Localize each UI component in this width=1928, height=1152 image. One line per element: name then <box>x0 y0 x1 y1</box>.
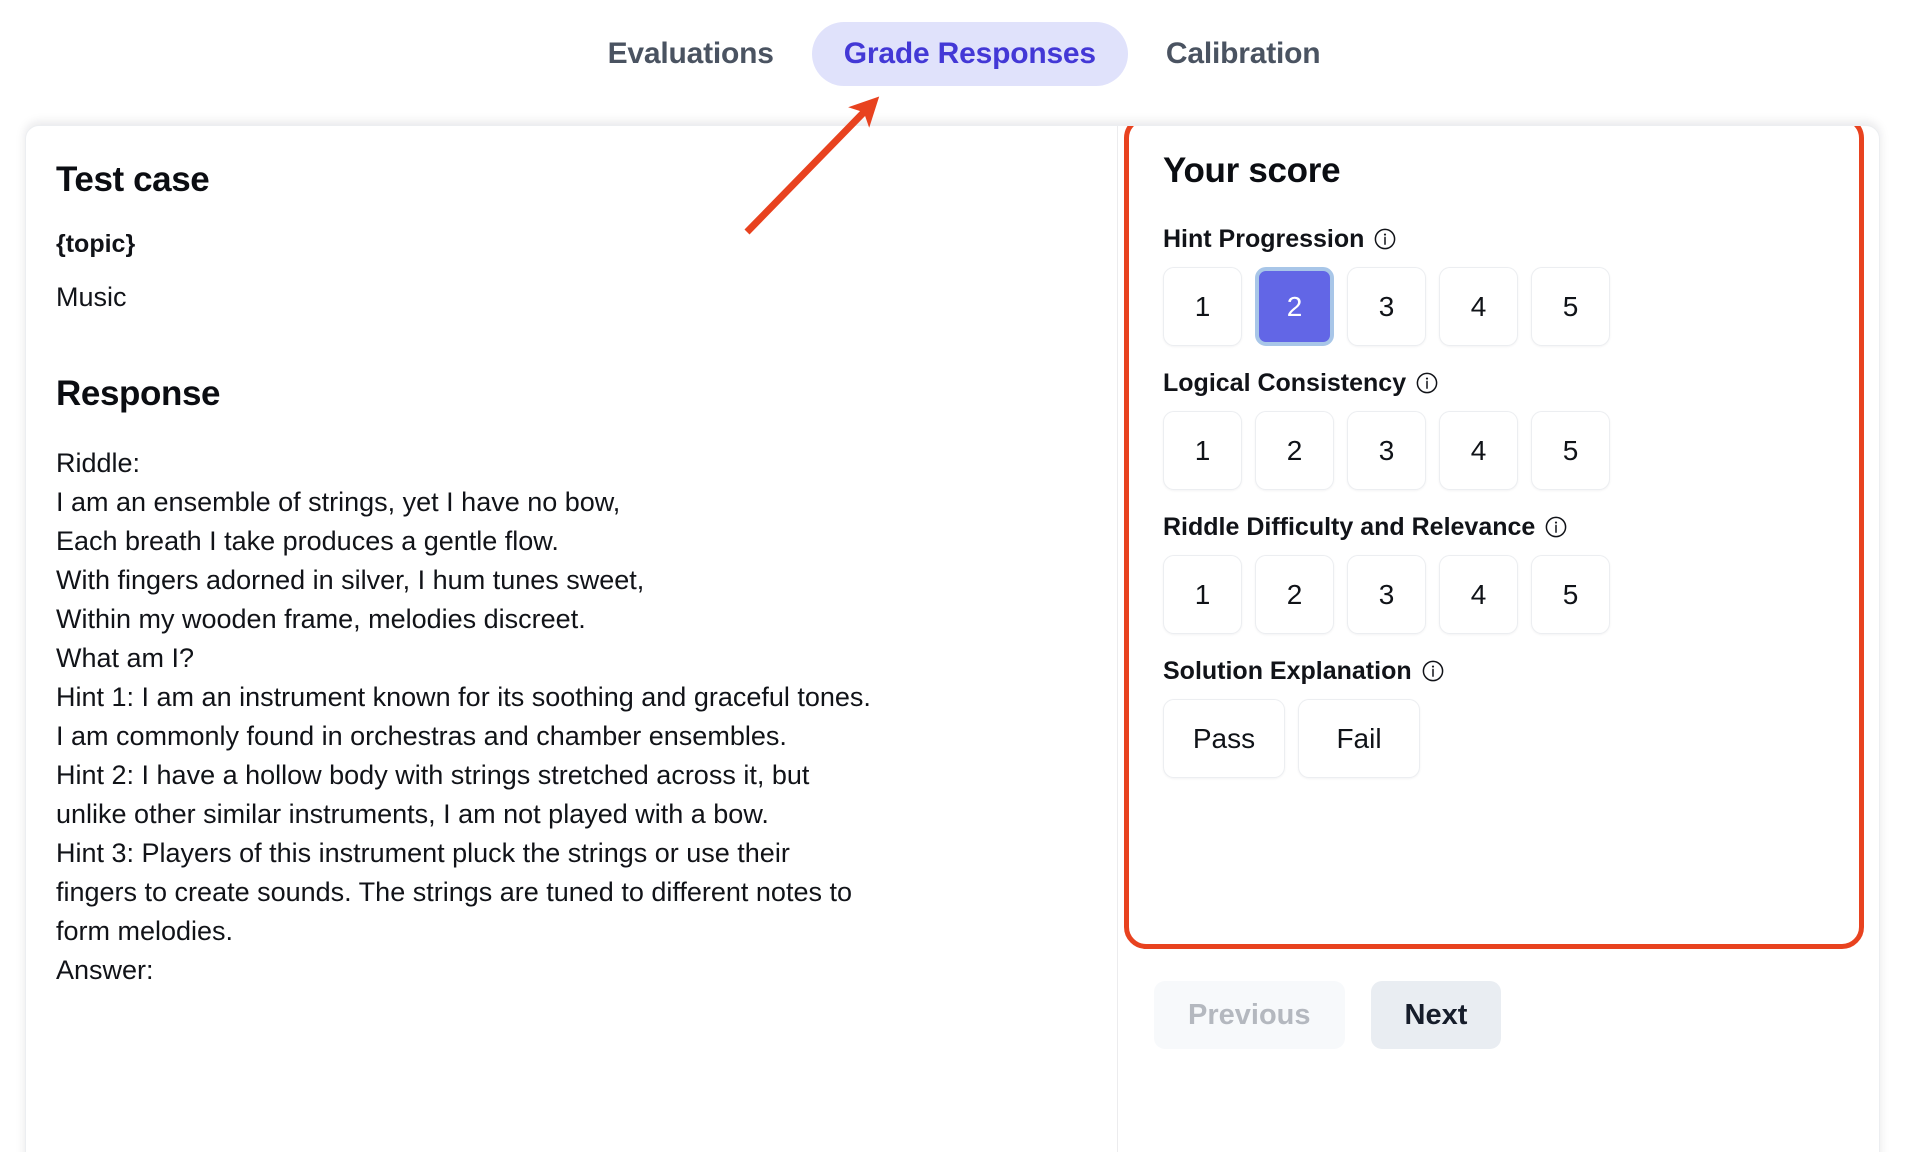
info-circle-icon[interactable] <box>1374 228 1396 250</box>
your-score-box: Your score Hint Progression 1 2 3 4 5 Lo… <box>1124 126 1864 949</box>
info-circle-icon[interactable] <box>1545 516 1567 538</box>
criterion-label-row: Solution Explanation <box>1163 656 1825 686</box>
score-option-3[interactable]: 3 <box>1347 411 1426 491</box>
score-option-5[interactable]: 5 <box>1531 555 1610 635</box>
score-option-3[interactable]: 3 <box>1347 267 1426 347</box>
score-option-1[interactable]: 1 <box>1163 555 1242 635</box>
criterion-label-text: Hint Progression <box>1163 225 1365 254</box>
score-option-4[interactable]: 4 <box>1439 411 1518 491</box>
test-case-panel: Test case {topic} Music Response Riddle:… <box>26 126 1118 1152</box>
topic-key: {topic} <box>56 230 136 259</box>
info-circle-icon[interactable] <box>1422 660 1444 682</box>
criterion-label-text: Solution Explanation <box>1163 657 1412 686</box>
score-option-4[interactable]: 4 <box>1439 267 1518 347</box>
criterion-solution-explanation: Solution Explanation Pass Fail <box>1163 656 1825 779</box>
tab-grade-responses[interactable]: Grade Responses <box>811 21 1128 86</box>
score-options-riddle-difficulty: 1 2 3 4 5 <box>1163 555 1825 635</box>
grading-card: Test case {topic} Music Response Riddle:… <box>25 125 1880 1152</box>
response-text: Riddle: I am an ensemble of strings, yet… <box>56 447 871 985</box>
scoring-panel: Your score Hint Progression 1 2 3 4 5 Lo… <box>1118 126 1879 1152</box>
score-option-1[interactable]: 1 <box>1163 411 1242 491</box>
tab-evaluations[interactable]: Evaluations <box>576 22 806 86</box>
score-option-3[interactable]: 3 <box>1347 555 1426 635</box>
tab-calibration[interactable]: Calibration <box>1134 22 1352 86</box>
info-circle-icon[interactable] <box>1416 372 1438 394</box>
criterion-logical-consistency: Logical Consistency 1 2 3 4 5 <box>1163 368 1825 491</box>
score-option-5[interactable]: 5 <box>1531 411 1610 491</box>
score-option-pass[interactable]: Pass <box>1163 699 1285 779</box>
score-option-5[interactable]: 5 <box>1531 267 1610 347</box>
main-navigation: Evaluations Grade Responses Calibration <box>0 0 1928 107</box>
response-heading: Response <box>56 373 221 413</box>
score-options-logical-consistency: 1 2 3 4 5 <box>1163 411 1825 491</box>
score-options-hint-progression: 1 2 3 4 5 <box>1163 267 1825 347</box>
criterion-label-text: Logical Consistency <box>1163 369 1407 398</box>
your-score-heading: Your score <box>1163 151 1341 190</box>
app-root: Evaluations Grade Responses Calibration … <box>0 0 1928 1152</box>
score-option-2[interactable]: 2 <box>1255 267 1334 347</box>
score-options-solution-explanation: Pass Fail <box>1163 699 1825 779</box>
pagination-controls: Previous Next <box>1154 981 1502 1049</box>
criterion-label-text: Riddle Difficulty and Relevance <box>1163 513 1536 542</box>
score-option-2[interactable]: 2 <box>1255 555 1334 635</box>
test-case-heading: Test case <box>56 160 210 199</box>
criterion-label-row: Riddle Difficulty and Relevance <box>1163 512 1825 542</box>
score-option-1[interactable]: 1 <box>1163 267 1242 347</box>
criterion-label-row: Hint Progression <box>1163 224 1825 254</box>
previous-button[interactable]: Previous <box>1154 981 1345 1049</box>
topic-value: Music <box>56 282 127 313</box>
score-option-fail[interactable]: Fail <box>1298 699 1420 779</box>
score-option-2[interactable]: 2 <box>1255 411 1334 491</box>
next-button[interactable]: Next <box>1370 981 1502 1049</box>
score-option-4[interactable]: 4 <box>1439 555 1518 635</box>
criterion-label-row: Logical Consistency <box>1163 368 1825 398</box>
criterion-hint-progression: Hint Progression 1 2 3 4 5 <box>1163 224 1825 347</box>
criterion-riddle-difficulty-and-relevance: Riddle Difficulty and Relevance 1 2 3 4 … <box>1163 512 1825 635</box>
